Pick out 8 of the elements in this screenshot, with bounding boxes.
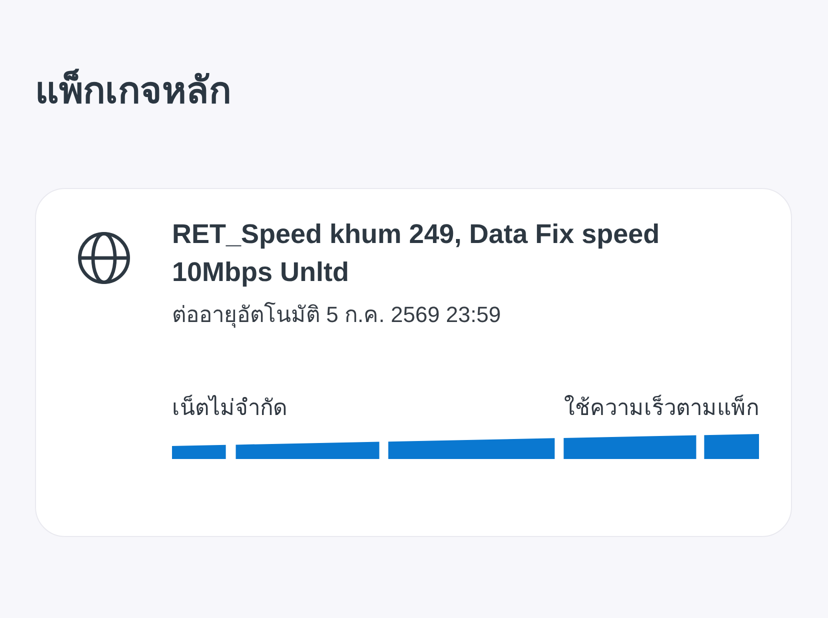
renewal-date-text: ต่ออายุอัตโนมัติ 5 ก.ค. 2569 23:59: [172, 301, 502, 330]
speed-bar-segment: [172, 444, 226, 459]
page-title: แพ็กเกจหลัก: [35, 68, 232, 113]
data-allowance-label: เน็ตไม่จำกัด: [172, 394, 287, 422]
speed-bar-segment: [704, 434, 759, 459]
package-name: RET_Speed khum 249, Data Fix speed 10Mbps Unltd: [172, 218, 661, 289]
globe-icon: [78, 232, 130, 284]
speed-label: ใช้ความเร็วตามแพ็ก: [564, 394, 759, 422]
